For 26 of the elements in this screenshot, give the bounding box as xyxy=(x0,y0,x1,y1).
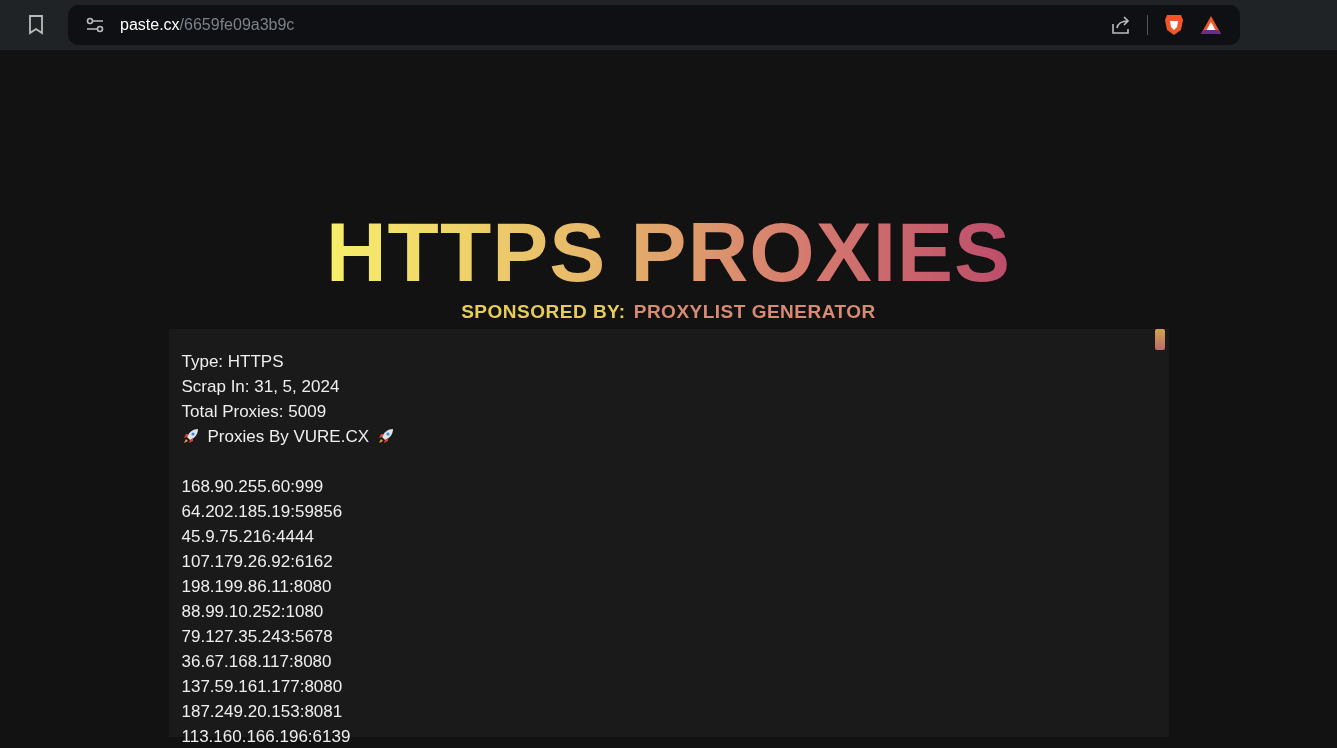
proxy-line: 64.202.185.19:59856 xyxy=(181,500,343,523)
proxy-line: 79.127.35.243:5678 xyxy=(181,625,333,648)
proxy-line: 45.9.75.216:4444 xyxy=(181,525,314,548)
proxy-line: 88.99.10.252:1080 xyxy=(181,600,324,623)
bookmark-icon[interactable] xyxy=(28,15,44,35)
proxy-line: 198.199.86.11:8080 xyxy=(181,575,332,598)
info-line: Scrap In: 31, 5, 2024 xyxy=(181,375,340,398)
url-text: paste.cx/6659fe09a3b9c xyxy=(120,15,295,35)
proxy-line: 137.59.161.177:8080 xyxy=(181,675,343,698)
proxy-line: 107.179.26.92:6162 xyxy=(181,550,333,573)
scrollbar-thumb[interactable] xyxy=(1154,328,1165,350)
proxy-line: 36.67.168.117:8080 xyxy=(181,650,332,673)
sponsor-link[interactable]: PROXYLIST GENERATOR xyxy=(633,298,876,327)
share-icon[interactable] xyxy=(1111,15,1131,35)
triangle-icon[interactable] xyxy=(1200,15,1222,35)
rocket-icon xyxy=(377,427,396,445)
proxy-line: 113.160.166.196:6139 xyxy=(181,725,351,748)
address-bar[interactable]: paste.cx/6659fe09a3b9c xyxy=(68,5,1240,45)
settings-icon[interactable] xyxy=(86,17,104,33)
info-line: Type: HTTPS xyxy=(181,350,284,373)
proxy-line: 168.90.255.60:999 xyxy=(181,475,324,498)
proxy-line: 187.249.20.153:8081 xyxy=(181,700,343,723)
info-line: Total Proxies: 5009 xyxy=(181,400,327,423)
sponsor-label: SPONSORED BY: xyxy=(461,300,626,324)
rocket-icon xyxy=(181,427,200,445)
credit-text: Proxies By VURE.CX xyxy=(207,425,370,448)
